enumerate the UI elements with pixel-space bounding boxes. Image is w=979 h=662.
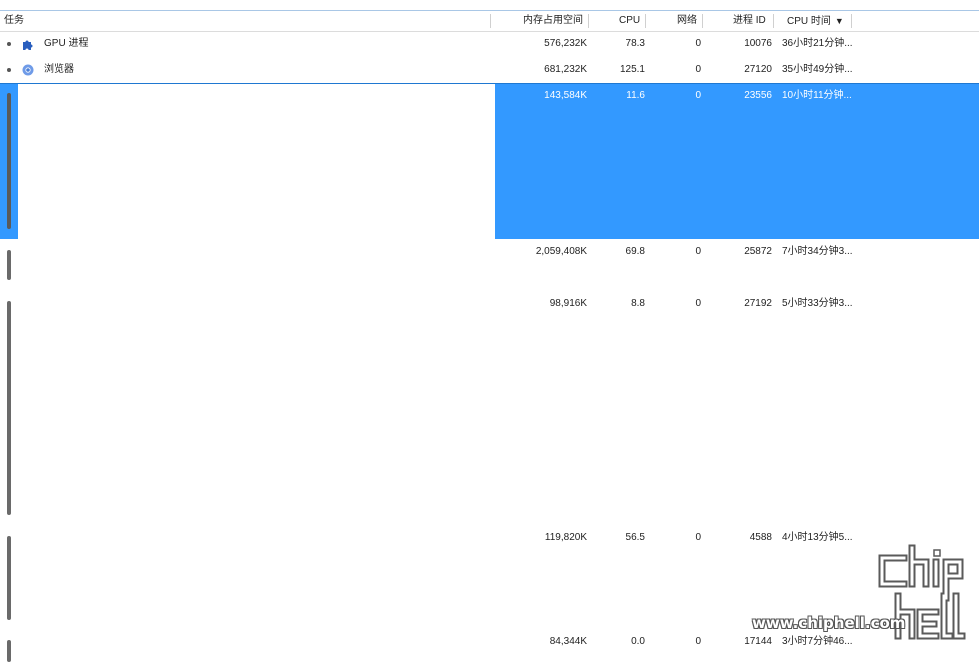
chiphell-logo bbox=[878, 544, 966, 640]
table-row[interactable]: GPU 进程 576,232K 78.3 0 10076 36小时21分钟... bbox=[0, 31, 979, 57]
column-divider[interactable] bbox=[588, 14, 589, 28]
group-bar bbox=[7, 93, 11, 229]
column-header-cpu-time[interactable]: CPU 时间 ▼ bbox=[787, 11, 844, 31]
cpu-value: 78.3 bbox=[625, 38, 645, 49]
table-row-selected[interactable]: 143,584K 11.6 0 23556 10小时11分钟... bbox=[0, 83, 979, 239]
column-header-pid[interactable]: 进程 ID bbox=[733, 11, 766, 31]
memory-value: 576,232K bbox=[544, 38, 587, 49]
cpu-time-label: CPU 时间 bbox=[787, 16, 831, 27]
network-value: 0 bbox=[695, 64, 701, 75]
memory-value: 2,059,408K bbox=[535, 246, 587, 257]
network-value: 0 bbox=[695, 38, 701, 49]
network-value: 0 bbox=[695, 636, 701, 647]
cpu-time-value: 10小时11分钟... bbox=[782, 90, 852, 101]
cpu-value: 69.8 bbox=[625, 246, 645, 257]
cpu-time-value: 35小时49分钟... bbox=[782, 64, 853, 75]
watermark-url: www.chiphell.com bbox=[752, 614, 906, 632]
table-header: 任务 内存占用空间 CPU 网络 进程 ID CPU 时间 ▼ bbox=[0, 11, 979, 32]
column-divider[interactable] bbox=[490, 14, 491, 28]
cpu-time-value: 7小时34分钟3... bbox=[782, 246, 853, 257]
cpu-time-value: 5小时33分钟3... bbox=[782, 298, 853, 309]
task-name: 浏览器 bbox=[44, 64, 74, 75]
memory-value: 119,820K bbox=[544, 532, 587, 543]
column-divider[interactable] bbox=[702, 14, 703, 28]
column-header-cpu[interactable]: CPU bbox=[619, 11, 640, 31]
network-value: 0 bbox=[695, 532, 701, 543]
bullet-icon bbox=[7, 42, 11, 46]
column-divider[interactable] bbox=[773, 14, 774, 28]
window-top-edge bbox=[0, 0, 979, 11]
sort-descending-icon: ▼ bbox=[834, 16, 844, 26]
cpu-time-value: 36小时21分钟... bbox=[782, 38, 853, 49]
group-bar bbox=[7, 250, 11, 280]
bullet-icon bbox=[7, 68, 11, 72]
pid-value: 23556 bbox=[744, 90, 772, 101]
group-bar bbox=[7, 536, 11, 620]
network-value: 0 bbox=[695, 246, 701, 257]
task-name: GPU 进程 bbox=[44, 38, 89, 49]
memory-value: 143,584K bbox=[544, 90, 587, 101]
browser-icon bbox=[22, 64, 34, 76]
watermark: www.chiphell.com bbox=[752, 540, 972, 650]
group-bar bbox=[7, 640, 11, 662]
puzzle-icon bbox=[23, 40, 33, 50]
cpu-value: 11.6 bbox=[626, 90, 645, 101]
column-divider[interactable] bbox=[851, 14, 852, 28]
cpu-value: 125.1 bbox=[619, 64, 645, 75]
cpu-value: 8.8 bbox=[631, 298, 645, 309]
column-header-network[interactable]: 网络 bbox=[677, 11, 697, 31]
network-value: 0 bbox=[695, 90, 701, 101]
table-row[interactable]: 2,059,408K 69.8 0 25872 7小时34分钟3... bbox=[0, 239, 979, 291]
pid-value: 27192 bbox=[744, 298, 772, 309]
column-divider[interactable] bbox=[645, 14, 646, 28]
pid-value: 25872 bbox=[744, 246, 772, 257]
column-header-memory[interactable]: 内存占用空间 bbox=[523, 11, 583, 31]
table-row[interactable]: 浏览器 681,232K 125.1 0 27120 35小时49分钟... bbox=[0, 57, 979, 83]
table-row[interactable]: 98,916K 8.8 0 27192 5小时33分钟3... bbox=[0, 291, 979, 525]
cpu-value: 0.0 bbox=[631, 636, 645, 647]
group-bar bbox=[7, 301, 11, 515]
cpu-value: 56.5 bbox=[625, 532, 645, 543]
memory-value: 98,916K bbox=[549, 298, 587, 309]
memory-value: 84,344K bbox=[549, 636, 587, 647]
network-value: 0 bbox=[695, 298, 701, 309]
memory-value: 681,232K bbox=[544, 64, 587, 75]
pid-value: 27120 bbox=[744, 64, 772, 75]
pid-value: 10076 bbox=[744, 38, 772, 49]
task-cell bbox=[18, 83, 495, 239]
column-header-task[interactable]: 任务 bbox=[4, 11, 24, 31]
